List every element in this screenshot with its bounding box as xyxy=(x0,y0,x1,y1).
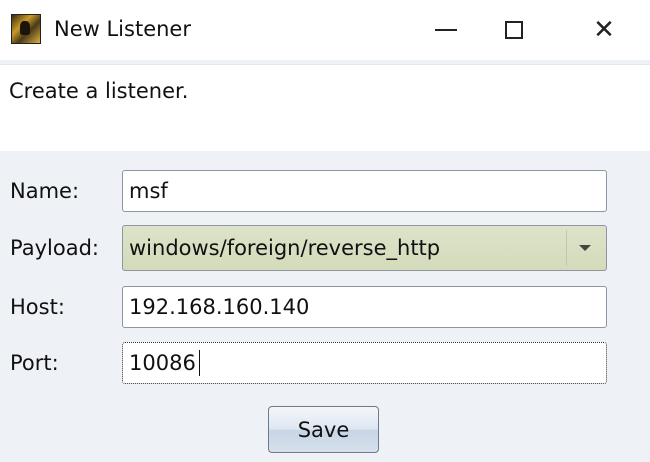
description-text: Create a listener. xyxy=(9,79,189,103)
close-button[interactable]: ✕ xyxy=(574,0,634,60)
name-input[interactable] xyxy=(122,170,607,212)
name-label: Name: xyxy=(10,179,80,203)
title-bar[interactable]: New Listener ✕ xyxy=(0,0,650,60)
dropdown-arrow-button[interactable] xyxy=(566,230,603,266)
host-input[interactable] xyxy=(122,286,607,328)
minimize-button[interactable] xyxy=(416,0,476,60)
payload-value: windows/foreign/reverse_http xyxy=(129,236,441,260)
text-caret xyxy=(199,350,200,376)
maximize-icon xyxy=(505,21,523,39)
port-input[interactable] xyxy=(122,342,607,384)
payload-select[interactable]: windows/foreign/reverse_http xyxy=(122,225,607,271)
close-icon: ✕ xyxy=(593,15,615,45)
minimize-icon xyxy=(435,29,457,31)
host-label: Host: xyxy=(10,295,65,319)
description-panel: Create a listener. xyxy=(0,64,650,151)
payload-label: Payload: xyxy=(10,236,99,260)
app-icon xyxy=(11,14,41,44)
maximize-button[interactable] xyxy=(484,0,544,60)
window-title: New Listener xyxy=(54,17,191,41)
save-button[interactable]: Save xyxy=(268,406,379,453)
chevron-down-icon xyxy=(579,245,591,251)
port-label: Port: xyxy=(10,351,59,375)
